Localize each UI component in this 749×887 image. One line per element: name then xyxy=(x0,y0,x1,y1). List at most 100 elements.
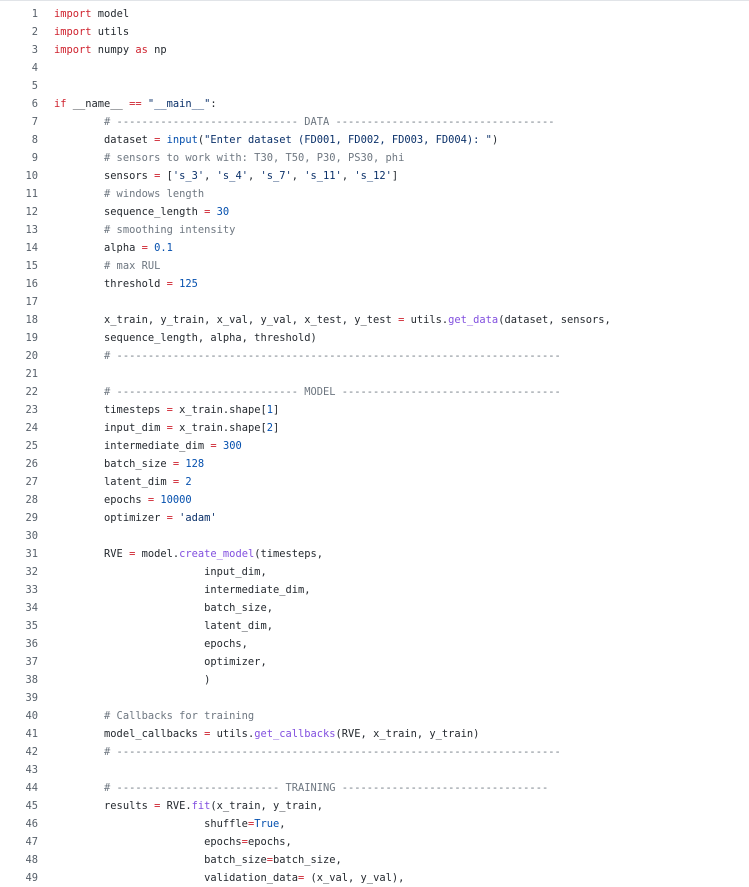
line-number[interactable]: 47 xyxy=(0,833,38,851)
line-number[interactable]: 9 xyxy=(0,149,38,167)
code-line: 45 results = RVE.fit(x_train, y_train, xyxy=(0,797,749,815)
line-number[interactable]: 19 xyxy=(0,329,38,347)
line-number[interactable]: 43 xyxy=(0,761,38,779)
code-token: model. xyxy=(135,548,180,560)
code-token: , xyxy=(247,170,261,182)
line-number[interactable]: 36 xyxy=(0,635,38,653)
code-line: 41 model_callbacks = utils.get_callbacks… xyxy=(0,725,749,743)
code-line: 33 intermediate_dim, xyxy=(0,581,749,599)
code-token: epochs xyxy=(54,836,242,848)
code-token: x_train, y_train, x_val, y_val, x_test, … xyxy=(54,314,399,326)
code-token: as xyxy=(135,44,148,56)
code-token: # smoothing intensity xyxy=(104,224,236,236)
line-number[interactable]: 29 xyxy=(0,509,38,527)
code-line: 30 xyxy=(0,527,749,545)
line-number[interactable]: 2 xyxy=(0,23,38,41)
line-number[interactable]: 31 xyxy=(0,545,38,563)
line-number[interactable]: 39 xyxy=(0,689,38,707)
line-number[interactable]: 10 xyxy=(0,167,38,185)
code-text: timesteps = x_train.shape[1] xyxy=(38,401,279,419)
code-text: # ----------------------------- MODEL --… xyxy=(38,383,561,401)
code-line: 47 epochs=epochs, xyxy=(0,833,749,851)
code-token: 128 xyxy=(185,458,205,470)
line-number[interactable]: 1 xyxy=(0,5,38,23)
line-number[interactable]: 14 xyxy=(0,239,38,257)
line-number[interactable]: 40 xyxy=(0,707,38,725)
line-number[interactable]: 15 xyxy=(0,257,38,275)
line-number[interactable]: 3 xyxy=(0,41,38,59)
line-number[interactable]: 32 xyxy=(0,563,38,581)
line-number[interactable]: 45 xyxy=(0,797,38,815)
code-token: , xyxy=(204,170,217,182)
code-text: batch_size, xyxy=(38,599,273,617)
code-line: 4 xyxy=(0,59,749,77)
code-viewer[interactable]: 1 import model 2 import utils 3 import numpy … xyxy=(0,5,749,887)
line-number[interactable]: 7 xyxy=(0,113,38,131)
line-number[interactable]: 18 xyxy=(0,311,38,329)
code-text: # sensors to work with: T30, T50, P30, P… xyxy=(38,149,404,167)
line-number[interactable]: 28 xyxy=(0,491,38,509)
line-number[interactable]: 35 xyxy=(0,617,38,635)
line-number[interactable]: 44 xyxy=(0,779,38,797)
line-number[interactable]: 4 xyxy=(0,59,38,77)
code-line: 38 ) xyxy=(0,671,749,689)
line-number[interactable]: 25 xyxy=(0,437,38,455)
line-number[interactable]: 20 xyxy=(0,347,38,365)
line-number[interactable]: 11 xyxy=(0,185,38,203)
line-number[interactable]: 23 xyxy=(0,401,38,419)
code-token: : xyxy=(210,98,217,110)
code-token: intermediate_dim xyxy=(54,440,211,452)
line-number[interactable]: 41 xyxy=(0,725,38,743)
line-number[interactable]: 30 xyxy=(0,527,38,545)
line-number[interactable]: 26 xyxy=(0,455,38,473)
code-token: # Callbacks for training xyxy=(104,710,255,722)
line-number[interactable]: 33 xyxy=(0,581,38,599)
code-token: utils. xyxy=(210,728,255,740)
line-number[interactable]: 38 xyxy=(0,671,38,689)
code-line: 26 batch_size = 128 xyxy=(0,455,749,473)
code-text: batch_size = 128 xyxy=(38,455,204,473)
code-token: dataset xyxy=(54,134,155,146)
code-token: ] xyxy=(272,422,280,434)
code-line: 17 xyxy=(0,293,749,311)
code-text: # ----------------------------- DATA ---… xyxy=(38,113,554,131)
line-number[interactable]: 12 xyxy=(0,203,38,221)
line-number[interactable]: 27 xyxy=(0,473,38,491)
code-token: 's_3' xyxy=(172,170,205,182)
line-number[interactable]: 34 xyxy=(0,599,38,617)
code-token: batch_size xyxy=(54,458,173,470)
line-number[interactable]: 49 xyxy=(0,869,38,887)
line-number[interactable]: 37 xyxy=(0,653,38,671)
code-line: 11 # windows length xyxy=(0,185,749,203)
code-token: optimizer xyxy=(54,512,167,524)
code-line: 24 input_dim = x_train.shape[2] xyxy=(0,419,749,437)
code-token: (x_val, y_val), xyxy=(304,872,405,884)
code-token: validation_data xyxy=(54,872,298,884)
line-number[interactable]: 22 xyxy=(0,383,38,401)
line-number[interactable]: 17 xyxy=(0,293,38,311)
line-number[interactable]: 24 xyxy=(0,419,38,437)
code-token: "__main__" xyxy=(147,98,211,110)
code-text: sequence_length = 30 xyxy=(38,203,229,221)
line-number[interactable]: 21 xyxy=(0,365,38,383)
line-number[interactable]: 42 xyxy=(0,743,38,761)
line-number[interactable]: 5 xyxy=(0,77,38,95)
code-token: epochs xyxy=(54,494,148,506)
code-line: 28 epochs = 10000 xyxy=(0,491,749,509)
line-number[interactable]: 13 xyxy=(0,221,38,239)
code-token: batch_size xyxy=(54,854,267,866)
line-number[interactable]: 48 xyxy=(0,851,38,869)
code-token: input xyxy=(166,134,198,146)
line-number[interactable]: 46 xyxy=(0,815,38,833)
line-number[interactable]: 6 xyxy=(0,95,38,113)
code-line: 19 sequence_length, alpha, threshold) xyxy=(0,329,749,347)
code-token: latent_dim, xyxy=(54,620,273,632)
code-text: epochs = 10000 xyxy=(38,491,192,509)
line-number[interactable]: 16 xyxy=(0,275,38,293)
line-number[interactable]: 8 xyxy=(0,131,38,149)
